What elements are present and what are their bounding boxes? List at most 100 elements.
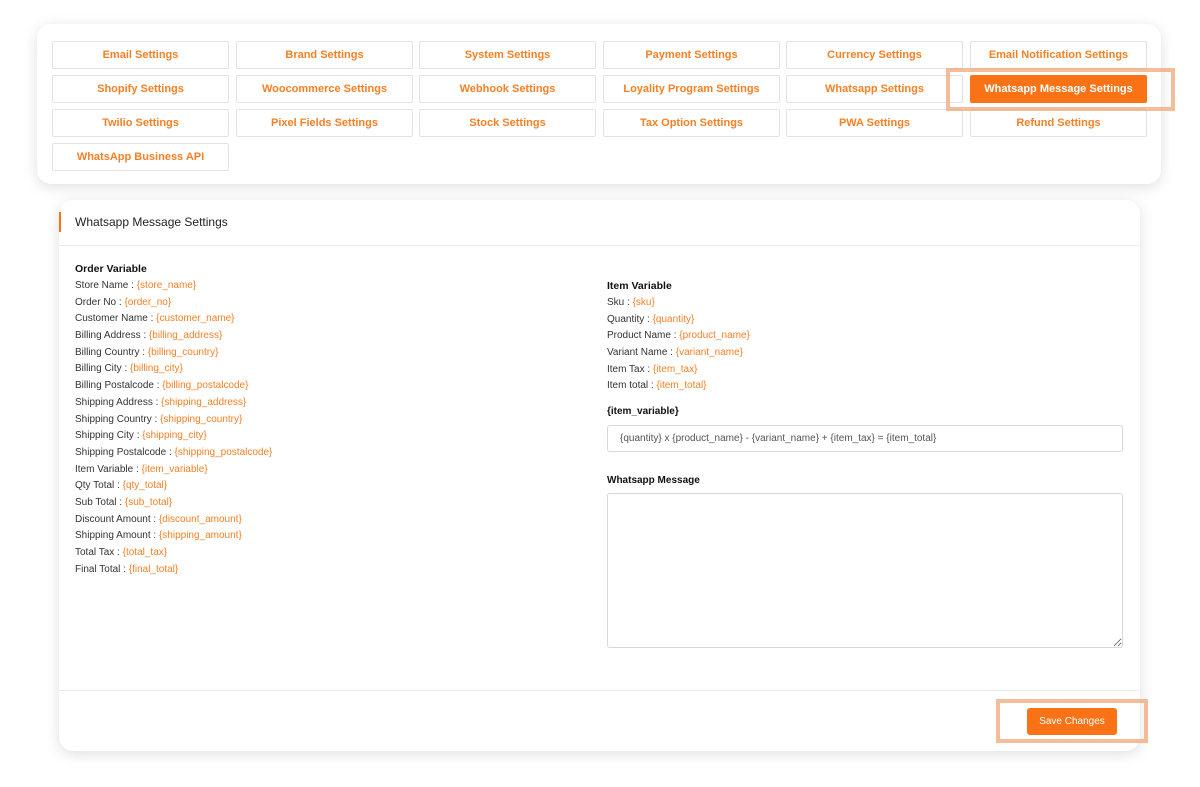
nav-tab-woocommerce-settings[interactable]: Woocommerce Settings (236, 75, 413, 103)
variable-label: Billing Postalcode : (75, 380, 163, 392)
nav-tab-system-settings[interactable]: System Settings (419, 41, 596, 69)
order-variable-row: Billing Country : {billing_country} (75, 345, 272, 362)
variable-placeholder: {store_name} (136, 280, 197, 291)
item-variable-row: Item total : {item_total} (607, 378, 750, 395)
variable-label: Shipping City : (75, 430, 143, 442)
variable-label: Shipping Amount : (75, 530, 159, 542)
order-variable-row: Total Tax : {total_tax} (75, 545, 272, 562)
nav-tab-whatsapp-business-api[interactable]: WhatsApp Business API (52, 143, 229, 171)
variable-placeholder: {item_variable} (141, 463, 208, 475)
variable-label: Quantity : (607, 313, 653, 325)
item-variable-input[interactable] (607, 425, 1123, 452)
variable-placeholder: {final_total} (128, 563, 179, 575)
header-accent-bar (59, 212, 61, 232)
order-variable-row: Shipping Postalcode : {shipping_postalco… (75, 445, 272, 462)
variable-label: Total Tax : (75, 547, 123, 558)
nav-tab-email-settings[interactable]: Email Settings (52, 41, 229, 69)
variable-placeholder: {shipping_city} (142, 430, 207, 442)
item-variable-heading: Item Variable (607, 280, 672, 292)
whatsapp-message-settings-card: Whatsapp Message Settings Order Variable… (59, 200, 1140, 751)
variable-placeholder: {product_name} (679, 330, 750, 342)
order-variable-heading: Order Variable (75, 263, 147, 275)
variable-label: Billing Address : (75, 330, 149, 342)
variable-placeholder: {quantity} (652, 313, 695, 325)
variable-placeholder: {customer_name} (156, 313, 235, 325)
nav-tab-payment-settings[interactable]: Payment Settings (603, 41, 780, 69)
variable-placeholder: {shipping_amount} (158, 530, 242, 542)
order-variable-row: Final Total : {final_total} (75, 562, 272, 579)
card-header: Whatsapp Message Settings (59, 200, 1140, 246)
variable-label: Order No : (75, 296, 125, 308)
nav-tab-email-notification-settings[interactable]: Email Notification Settings (970, 41, 1147, 69)
nav-tab-loyality-program-settings[interactable]: Loyality Program Settings (603, 75, 780, 103)
nav-tab-whatsapp-message-settings[interactable]: Whatsapp Message Settings (970, 75, 1147, 103)
item-variable-row: Sku : {sku} (607, 295, 750, 312)
variable-label: Billing Country : (75, 346, 148, 358)
variable-placeholder: {sku} (632, 297, 655, 308)
nav-tab-tax-option-settings[interactable]: Tax Option Settings (603, 109, 780, 137)
whatsapp-message-label: Whatsapp Message (607, 475, 700, 486)
variable-placeholder: {shipping_postalcode} (174, 446, 273, 458)
variable-label: Discount Amount : (75, 513, 159, 525)
variable-label: Product Name : (607, 330, 680, 342)
order-variable-list: Store Name : {store_name} Order No : {ord… (75, 278, 272, 578)
variable-label: Variant Name : (607, 347, 676, 359)
item-variable-row: Item Tax : {item_tax} (607, 362, 750, 379)
whatsapp-message-textarea[interactable] (607, 493, 1123, 648)
nav-tab-brand-settings[interactable]: Brand Settings (236, 41, 413, 69)
variable-placeholder: {order_no} (124, 296, 172, 308)
order-variable-row: Shipping Address : {shipping_address} (75, 395, 272, 412)
order-variable-row: Billing Address : {billing_address} (75, 328, 272, 345)
variable-label: Final Total : (75, 563, 129, 575)
nav-tab-webhook-settings[interactable]: Webhook Settings (419, 75, 596, 103)
order-variable-row: Sub Total : {sub_total} (75, 495, 272, 512)
variable-placeholder: {qty_total} (122, 480, 168, 492)
order-variable-row: Store Name : {store_name} (75, 278, 272, 295)
item-variable-row: Quantity : {quantity} (607, 312, 750, 329)
variable-placeholder: {sub_total} (124, 496, 173, 508)
nav-tab-pixel-fields-settings[interactable]: Pixel Fields Settings (236, 109, 413, 137)
variable-label: Customer Name : (75, 313, 157, 325)
nav-tab-twilio-settings[interactable]: Twilio Settings (52, 109, 229, 137)
order-variable-row: Billing Postalcode : {billing_postalcode… (75, 378, 272, 395)
save-changes-button[interactable]: Save Changes (1027, 708, 1117, 735)
variable-placeholder: {shipping_country} (160, 413, 243, 425)
variable-label: Sub Total : (75, 496, 125, 508)
variable-label: Billing City : (75, 363, 131, 375)
variable-label: Qty Total : (75, 480, 123, 492)
order-variable-row: Qty Total : {qty_total} (75, 478, 272, 495)
order-variable-row: Shipping Amount : {shipping_amount} (75, 528, 272, 545)
variable-placeholder: {billing_country} (147, 346, 219, 358)
order-variable-row: Shipping City : {shipping_city} (75, 428, 272, 445)
variable-label: Shipping Country : (75, 413, 161, 425)
card-title: Whatsapp Message Settings (75, 215, 228, 229)
nav-tab-whatsapp-settings[interactable]: Whatsapp Settings (786, 75, 963, 103)
variable-label: Store Name : (75, 280, 137, 291)
variable-placeholder: {discount_amount} (158, 513, 242, 525)
variable-label: Item Tax : (607, 363, 653, 375)
order-variable-row: Item Variable : {item_variable} (75, 462, 272, 479)
variable-placeholder: {item_total} (656, 380, 707, 392)
order-variable-row: Shipping Country : {shipping_country} (75, 412, 272, 429)
variable-label: Shipping Postalcode : (75, 446, 175, 458)
item-variable-field-label: {item_variable} (607, 406, 679, 417)
variable-placeholder: {billing_address} (148, 330, 223, 342)
settings-nav-card: Email Settings Brand Settings System Setti… (37, 24, 1161, 184)
nav-tab-pwa-settings[interactable]: PWA Settings (786, 109, 963, 137)
item-variable-list: Sku : {sku} Quantity : {quantity} Product … (607, 295, 750, 395)
order-variable-row: Customer Name : {customer_name} (75, 311, 272, 328)
variable-placeholder: {billing_city} (130, 363, 183, 375)
variable-label: Item total : (607, 380, 657, 392)
nav-tab-currency-settings[interactable]: Currency Settings (786, 41, 963, 69)
variable-label: Sku : (607, 297, 633, 308)
variable-placeholder: {billing_postalcode} (162, 380, 249, 392)
nav-tab-shopify-settings[interactable]: Shopify Settings (52, 75, 229, 103)
nav-tab-stock-settings[interactable]: Stock Settings (419, 109, 596, 137)
variable-placeholder: {shipping_address} (161, 396, 247, 408)
footer-divider (59, 690, 1140, 691)
nav-tab-refund-settings[interactable]: Refund Settings (970, 109, 1147, 137)
order-variable-row: Discount Amount : {discount_amount} (75, 512, 272, 529)
item-variable-row: Product Name : {product_name} (607, 328, 750, 345)
variable-label: Shipping Address : (75, 396, 162, 408)
variable-label: Item Variable : (75, 463, 142, 475)
